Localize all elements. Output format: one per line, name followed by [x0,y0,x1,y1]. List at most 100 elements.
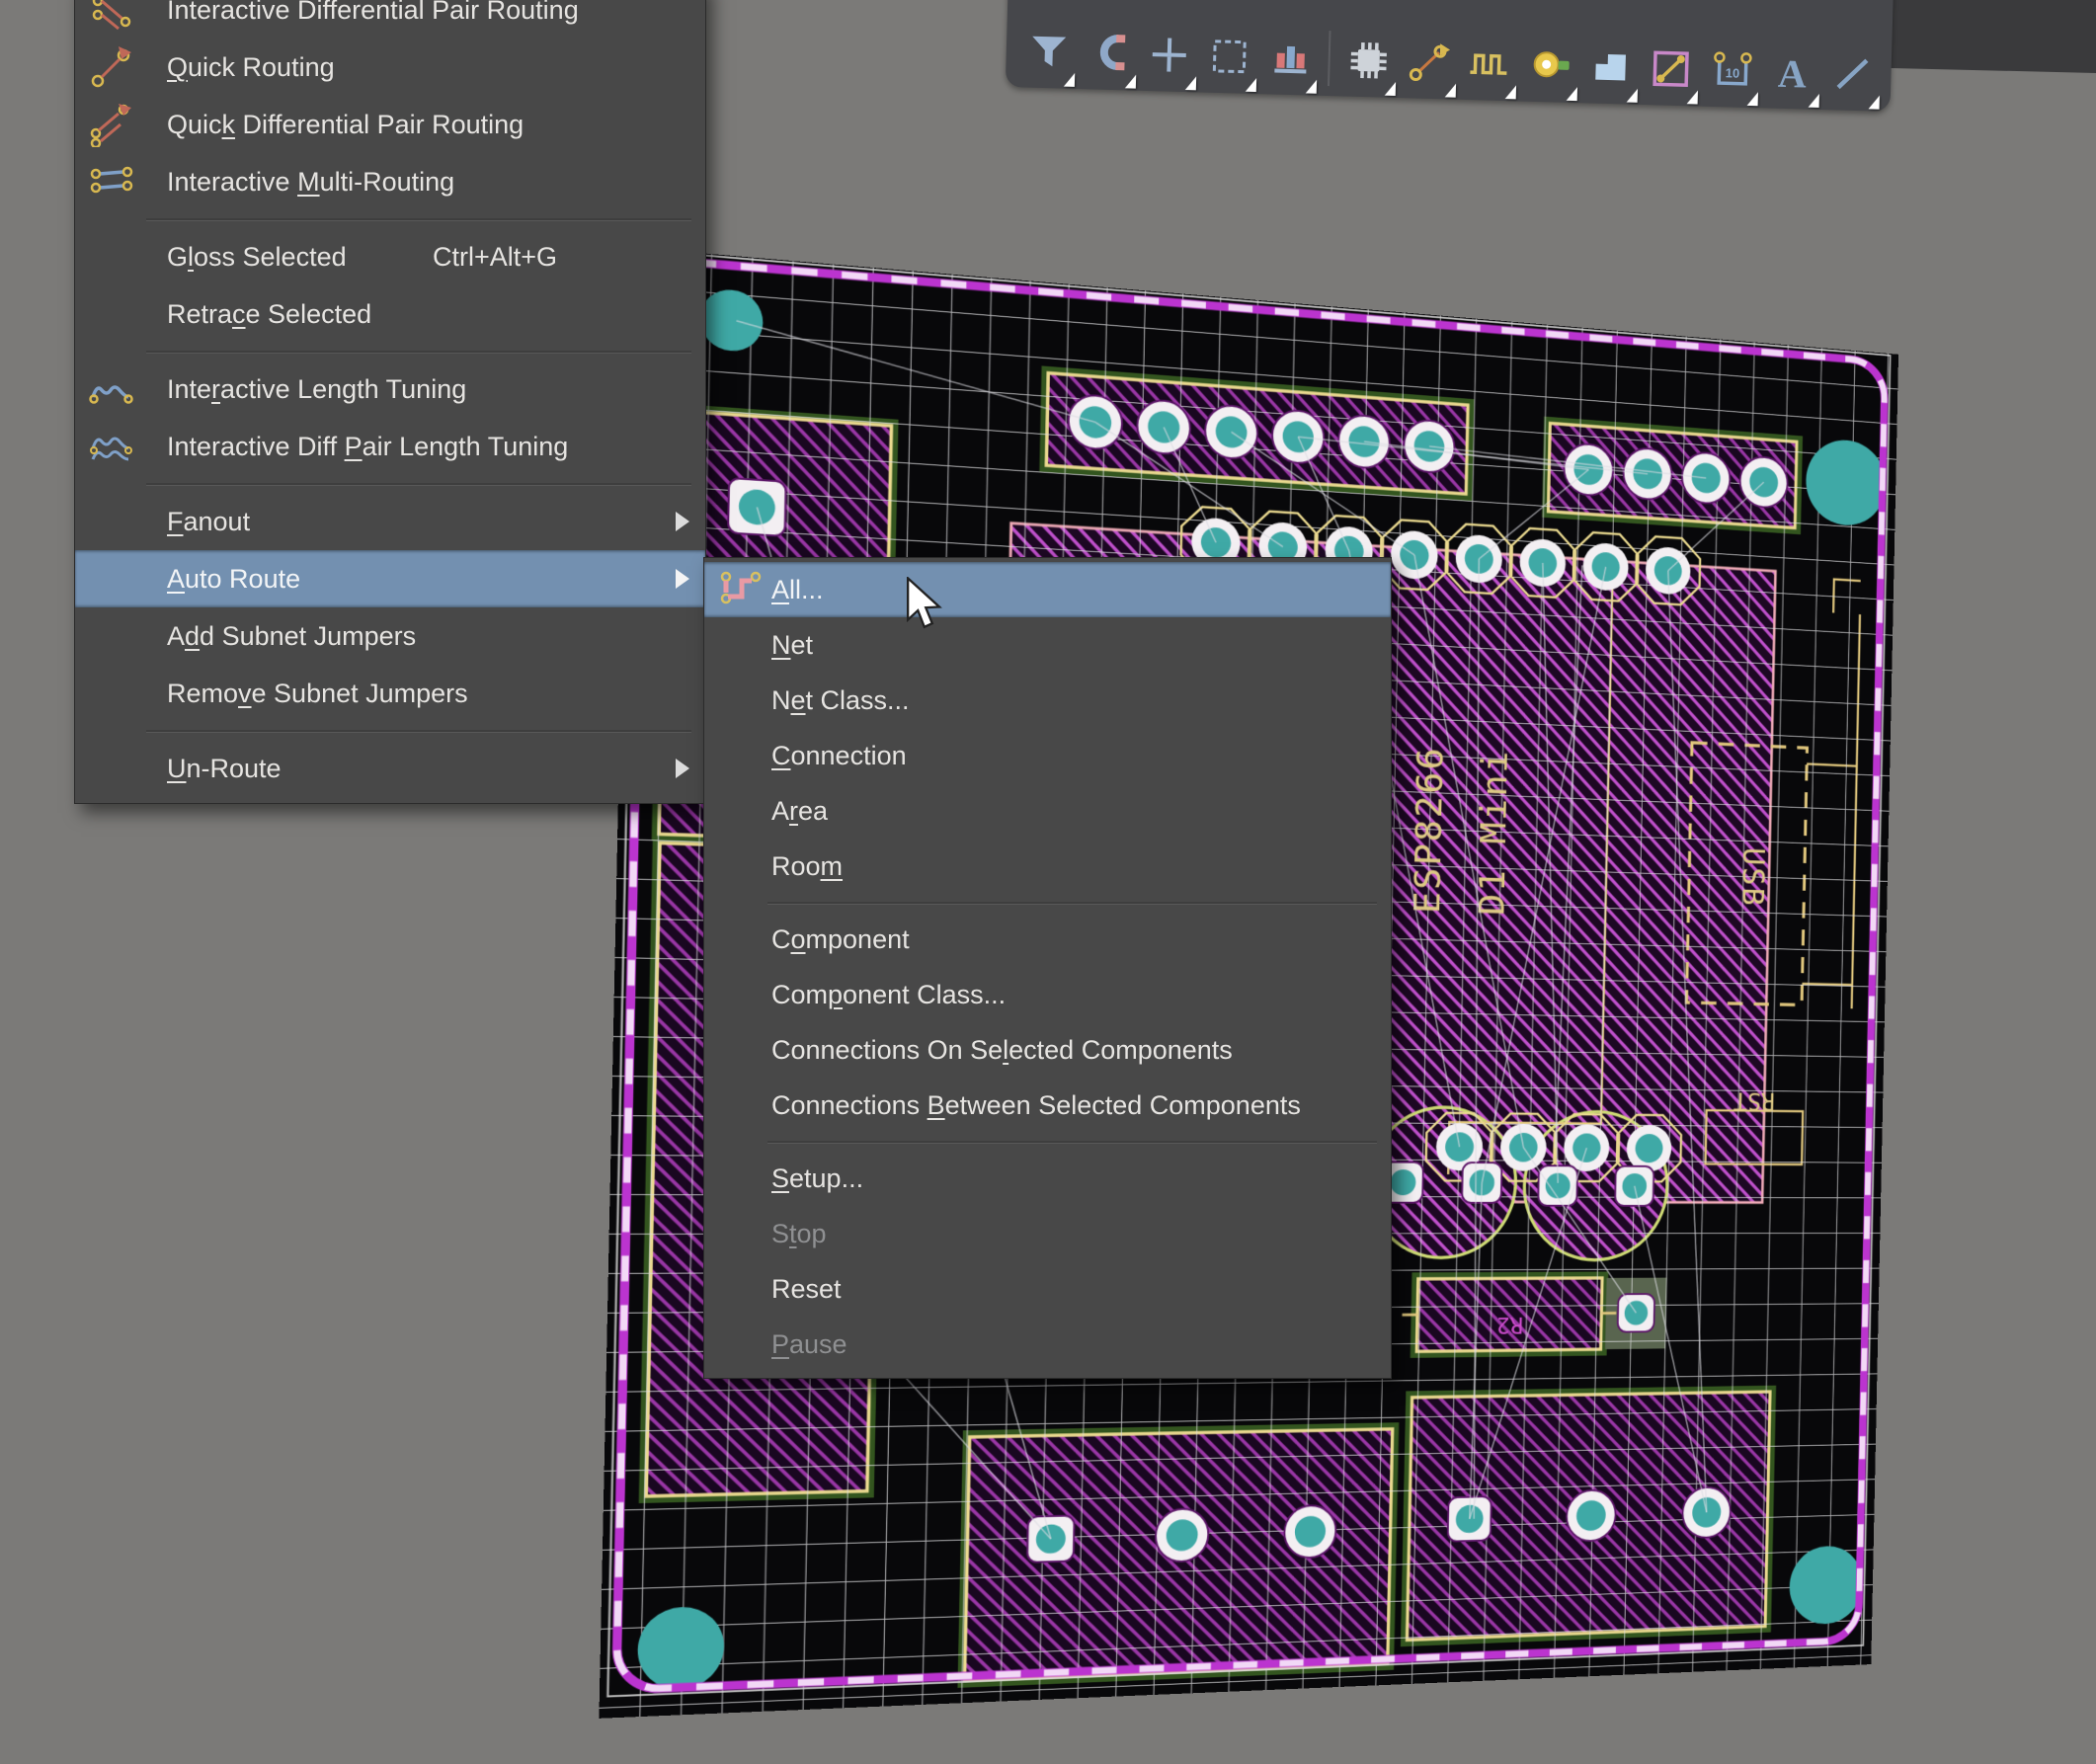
quick-diff-pair-routing-icon [89,102,134,147]
submenu-item-setup[interactable]: Setup... [704,1151,1391,1206]
pad-stack-icon [1267,35,1314,81]
drawing-toolbar: 10 A [1006,0,1894,112]
quick-routing-icon [89,44,134,90]
multi-routing [89,159,134,204]
menu-item-add-subnet-jumpers[interactable]: Add Subnet Jumpers [75,607,705,665]
submenu-arrow-icon [676,512,689,531]
toolbar-button-measure[interactable]: 10 [1703,40,1761,103]
menu-item-interactive-differential-pair-routing[interactable]: Interactive Differential Pair Routing [75,0,705,39]
menu-item-label: Fanout [75,507,250,537]
route-all-icon [718,567,764,612]
dropdown-corner-icon [1306,79,1317,93]
menu-item-remove-subnet-jumpers[interactable]: Remove Subnet Jumpers [75,665,705,722]
select-area-icon [1207,34,1253,80]
menu-item-auto-route[interactable]: Auto Route [75,550,705,607]
menu-separator [146,730,691,732]
dropdown-corner-icon [1505,85,1516,99]
toolbar-button-magnet[interactable] [1080,22,1138,85]
toolbar-button-polygon[interactable] [1581,36,1640,99]
menu-item-label: Add Subnet Jumpers [75,621,416,652]
menu-item-label: Retrace Selected [75,299,371,330]
dropdown-corner-icon [1747,92,1758,106]
submenu-item-all[interactable]: All... [704,562,1391,617]
menu-item-retrace-selected[interactable]: Retrace Selected [75,285,705,343]
menu-separator [767,902,1377,904]
menu-item-shortcut: Ctrl+Alt+G [433,242,557,273]
submenu-item-net[interactable]: Net [704,617,1391,673]
toolbar-button-pad-stack[interactable] [1261,27,1320,90]
menu-item-label: Interactive Diff Pair Length Tuning [75,432,568,462]
quick-routing [89,44,134,90]
submenu-item-connections-between-selected-components[interactable]: Connections Between Selected Components [704,1078,1391,1133]
text-icon: A [1769,49,1815,96]
menu-item-label: Connections On Selected Components [704,1035,1233,1066]
menu-item-un-route[interactable]: Un-Route [75,740,705,797]
toolbar-button-dimension[interactable] [1643,38,1701,101]
multi-routing-icon [89,159,134,204]
submenu-item-component[interactable]: Component [704,912,1391,967]
menu-item-label: Setup... [704,1163,863,1194]
toolbar-button-route[interactable] [1400,31,1458,94]
toolbar-separator [1328,31,1331,86]
resistor-label: R2 [1496,1312,1524,1338]
dropdown-corner-icon [1808,94,1818,108]
measure-icon: 10 [1709,47,1755,94]
usb-label: USB [1735,846,1770,908]
length-tuning [89,366,134,412]
menu-item-fanout[interactable]: Fanout [75,493,705,550]
toolbar-button-select-area[interactable] [1201,25,1259,88]
menu-item-label: Quick Differential Pair Routing [75,110,524,140]
menu-item-quick-differential-pair-routing[interactable]: Quick Differential Pair Routing [75,96,705,153]
auto-route-submenu: All... Net Net Class...Connection Area Room C… [703,557,1392,1379]
submenu-item-net-class[interactable]: Net Class... [704,673,1391,728]
dropdown-corner-icon [1124,74,1135,88]
menu-item-gloss-selected[interactable]: Gloss Selected Ctrl+Alt+G [75,228,705,285]
length-tuning-icon [89,366,134,412]
submenu-arrow-icon [676,569,689,589]
toolbar-button-text[interactable]: A [1763,40,1821,104]
submenu-item-area[interactable]: Area [704,783,1391,839]
route-icon [1406,39,1452,85]
menu-item-interactive-diff-pair-length-tuning[interactable]: Interactive Diff Pair Length Tuning [75,418,705,475]
menu-item-label: Gloss Selected [75,242,347,273]
route-all [718,567,764,612]
diff-length-tuning-icon [89,424,134,469]
toolbar-button-line[interactable] [1823,42,1882,106]
dropdown-corner-icon [1445,83,1456,97]
menu-item-interactive-length-tuning[interactable]: Interactive Length Tuning [75,361,705,418]
dropdown-corner-icon [1064,73,1075,87]
menu-item-label: Area [704,796,828,827]
svg-text:A: A [1777,51,1807,96]
submenu-item-reset[interactable]: Reset [704,1261,1391,1317]
cross-icon [1146,32,1192,78]
filter-icon [1025,29,1072,75]
chip-icon [1345,38,1392,84]
menu-item-label: Remove Subnet Jumpers [75,679,468,709]
toolbar-button-chip[interactable] [1339,29,1398,92]
submenu-item-stop[interactable]: Stop [704,1206,1391,1261]
toolbar-button-filter[interactable] [1019,20,1078,83]
submenu-item-connections-on-selected-components[interactable]: Connections On Selected Components [704,1022,1391,1078]
submenu-item-pause[interactable]: Pause [704,1317,1391,1372]
menu-item-quick-routing[interactable]: Quick Routing [75,39,705,96]
submenu-item-connection[interactable]: Connection [704,728,1391,783]
menu-item-label: Component Class... [704,980,1006,1010]
submenu-item-room[interactable]: Room [704,839,1391,894]
diff-length-tuning [89,424,134,469]
polygon-icon [1587,43,1634,90]
pcb-editor-screen: ESP8266 D1 Mini USB RST R2 10A Interacti… [0,0,2096,1764]
menu-separator [146,483,691,485]
diff-pair-routing-icon [89,0,134,33]
length-tune-icon [1467,40,1513,87]
menu-item-label: Connections Between Selected Components [704,1090,1301,1121]
submenu-item-component-class[interactable]: Component Class... [704,967,1391,1022]
menu-item-label: Net [704,630,813,661]
toolbar-button-cross[interactable] [1140,24,1198,87]
toolbar-button-via[interactable] [1521,35,1579,98]
submenu-arrow-icon [676,759,689,778]
toolbar-button-length-tune[interactable] [1461,33,1519,96]
menu-item-interactive-multi-routing[interactable]: Interactive Multi-Routing [75,153,705,210]
dropdown-corner-icon [1687,90,1698,104]
route-context-menu: Interactive Differential Pair RoutingQui… [74,0,706,804]
dropdown-corner-icon [1384,82,1395,96]
